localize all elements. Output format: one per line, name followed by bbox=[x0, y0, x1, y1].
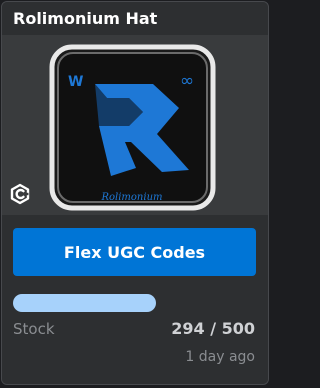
stock-progress-bar bbox=[13, 294, 256, 312]
card-body: Flex UGC Codes Stock 294 / 500 1 day ago bbox=[2, 215, 268, 384]
creator-badge-icon[interactable] bbox=[9, 183, 31, 205]
thumbnail-area[interactable]: W ∞ Rolimonium bbox=[2, 35, 268, 215]
item-title[interactable]: Rolimonium Hat bbox=[13, 9, 157, 28]
stock-value: 294 / 500 bbox=[171, 319, 255, 338]
item-card[interactable]: Rolimonium Hat W ∞ Rolimonium Flex UGC C… bbox=[1, 1, 269, 385]
item-thumbnail[interactable]: W ∞ Rolimonium bbox=[49, 44, 216, 211]
card-header: Rolimonium Hat bbox=[2, 2, 268, 35]
svg-text:∞: ∞ bbox=[180, 71, 194, 91]
stock-label: Stock bbox=[13, 320, 55, 338]
svg-text:Rolimonium: Rolimonium bbox=[100, 192, 162, 203]
svg-text:W: W bbox=[68, 74, 83, 90]
stock-progress-fill bbox=[13, 294, 156, 312]
flex-ugc-codes-button[interactable]: Flex UGC Codes bbox=[13, 228, 256, 276]
timestamp: 1 day ago bbox=[185, 349, 255, 365]
